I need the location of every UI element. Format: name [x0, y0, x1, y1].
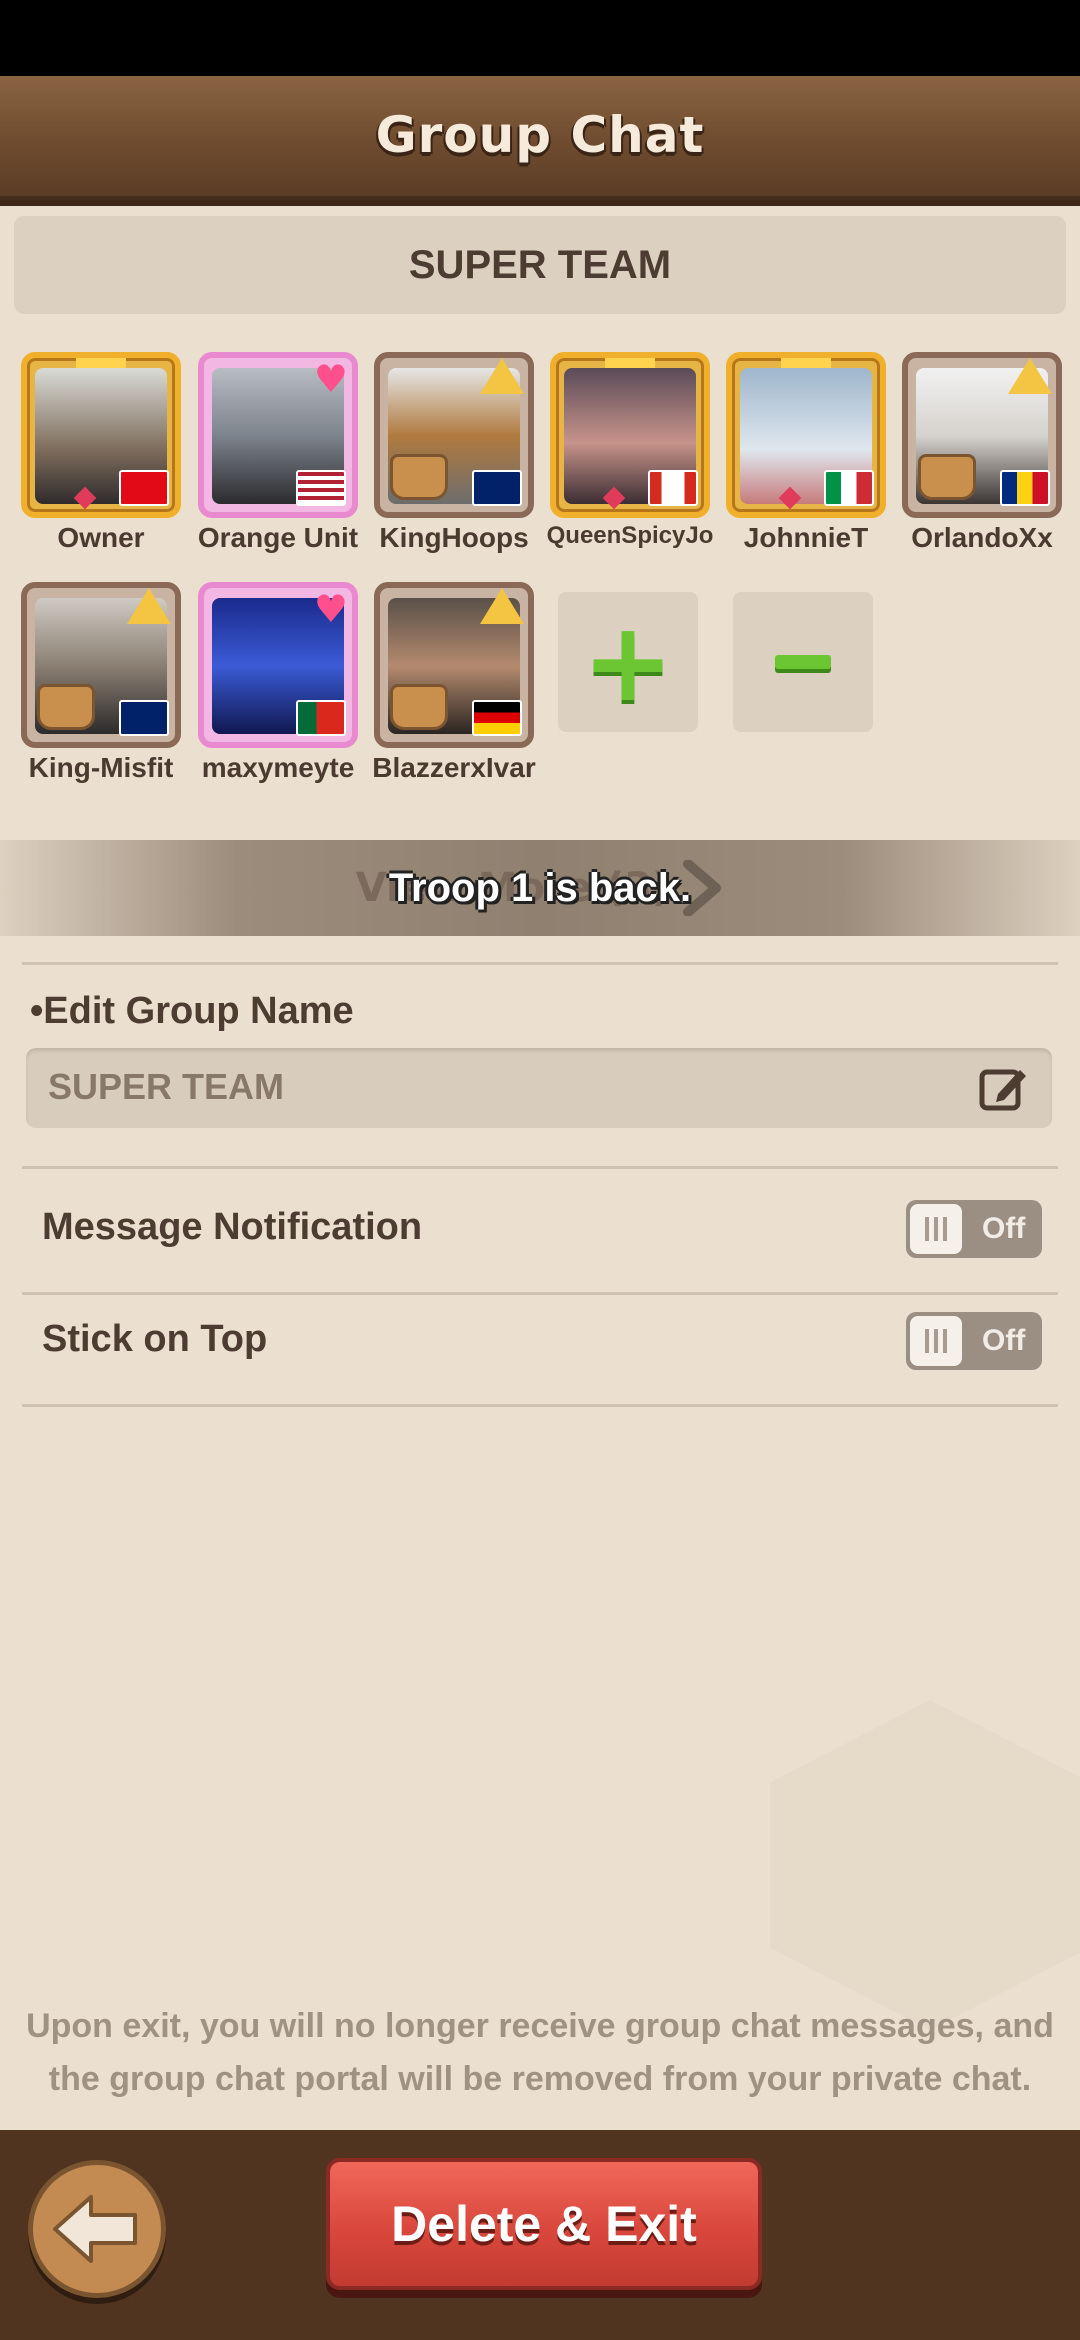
- member-name: KingHoops: [379, 522, 529, 553]
- member-name: QueenSpicyJo: [546, 522, 714, 549]
- avatar[interactable]: [550, 352, 710, 518]
- toggle-knob: [910, 1204, 962, 1254]
- edit-group-name-label: •Edit Group Name: [30, 990, 354, 1032]
- member-card[interactable]: Owner: [16, 352, 186, 554]
- member-name: Orange Unit: [197, 522, 359, 553]
- toast-message: Troop 1 is back.: [388, 866, 692, 910]
- status-bar: [0, 0, 1080, 76]
- avatar[interactable]: ♥: [198, 582, 358, 748]
- divider: [22, 1166, 1058, 1169]
- exit-notice-line: the group chat portal will be removed fr…: [48, 2060, 1032, 2098]
- message-notification-label: Message Notification: [42, 1206, 423, 1248]
- toggle-state: Off: [982, 1212, 1026, 1245]
- heart-icon: ♥: [313, 587, 348, 631]
- remove-member-button[interactable]: [733, 592, 873, 732]
- flag-us-icon: [296, 470, 346, 506]
- member-card[interactable]: ♥ maxymeyte: [193, 582, 363, 784]
- exit-notice: Upon exit, you will no longer receive gr…: [0, 2000, 1080, 2106]
- member-card[interactable]: BlazzerxIvar: [369, 582, 539, 784]
- stick-on-top-toggle[interactable]: Off: [906, 1312, 1042, 1370]
- avatar[interactable]: [902, 352, 1062, 518]
- plus-icon: +: [581, 598, 675, 726]
- hammer-icon: [390, 454, 448, 500]
- member-name: BlazzerxIvar: [372, 752, 536, 783]
- flag-ro-icon: [1000, 470, 1050, 506]
- flag-gb-icon: [119, 700, 169, 736]
- crown-icon: [605, 358, 655, 368]
- crown-icon: [781, 358, 831, 368]
- flag-ca-icon: [648, 470, 698, 506]
- hammer-icon: [390, 684, 448, 730]
- hammer-icon: [37, 684, 95, 730]
- warning-icon: [480, 358, 524, 394]
- crown-icon: [76, 358, 126, 368]
- member-card[interactable]: KingHoops: [369, 352, 539, 554]
- warning-icon: [480, 588, 524, 624]
- flag-tr-icon: [119, 470, 169, 506]
- exit-notice-line: Upon exit, you will no longer receive gr…: [26, 2007, 1054, 2045]
- member-card[interactable]: QueenSpicyJo: [545, 352, 715, 550]
- avatar[interactable]: ♥: [198, 352, 358, 518]
- member-name: King-Misfit: [28, 752, 174, 783]
- watermark-emblem: [770, 1700, 1080, 2030]
- divider: [22, 1404, 1058, 1407]
- member-name: OrlandoXx: [911, 522, 1053, 553]
- warning-icon: [1008, 358, 1052, 394]
- delete-exit-button[interactable]: Delete & Exit: [326, 2158, 762, 2290]
- member-card[interactable]: OrlandoXx: [897, 352, 1067, 554]
- stick-on-top-label: Stick on Top: [42, 1318, 268, 1360]
- member-name: maxymeyte: [201, 752, 355, 783]
- toggle-knob: [910, 1316, 962, 1366]
- avatar[interactable]: [21, 352, 181, 518]
- member-card[interactable]: ♥ Orange Unit: [193, 352, 363, 554]
- flag-gb-icon: [472, 470, 522, 506]
- add-member-button[interactable]: +: [558, 592, 698, 732]
- arrow-left-icon: [53, 2195, 137, 2263]
- avatar[interactable]: [374, 352, 534, 518]
- avatar[interactable]: [21, 582, 181, 748]
- hammer-icon: [918, 454, 976, 500]
- flag-pt-icon: [296, 700, 346, 736]
- warning-icon: [127, 588, 171, 624]
- member-card[interactable]: JohnnieT: [721, 352, 891, 554]
- team-name-banner: SUPER TEAM: [14, 216, 1066, 314]
- toggle-state: Off: [982, 1324, 1026, 1357]
- divider: [22, 1292, 1058, 1295]
- minus-icon: [775, 655, 831, 669]
- avatar[interactable]: [374, 582, 534, 748]
- header-bar: Group Chat: [0, 76, 1080, 206]
- delete-exit-label: Delete & Exit: [391, 2196, 697, 2252]
- group-name-field[interactable]: SUPER TEAM: [26, 1048, 1052, 1128]
- message-notification-toggle[interactable]: Off: [906, 1200, 1042, 1258]
- page-title: Group Chat: [375, 106, 705, 164]
- avatar[interactable]: [726, 352, 886, 518]
- group-name-value: SUPER TEAM: [48, 1066, 285, 1107]
- back-button[interactable]: [28, 2160, 166, 2298]
- member-name: Owner: [57, 522, 145, 553]
- flag-de-icon: [472, 700, 522, 736]
- flag-it-icon: [824, 470, 874, 506]
- edit-icon[interactable]: [978, 1062, 1030, 1114]
- divider: [22, 962, 1058, 965]
- heart-icon: ♥: [313, 357, 348, 401]
- member-name: JohnnieT: [743, 522, 869, 553]
- member-card[interactable]: King-Misfit: [16, 582, 186, 784]
